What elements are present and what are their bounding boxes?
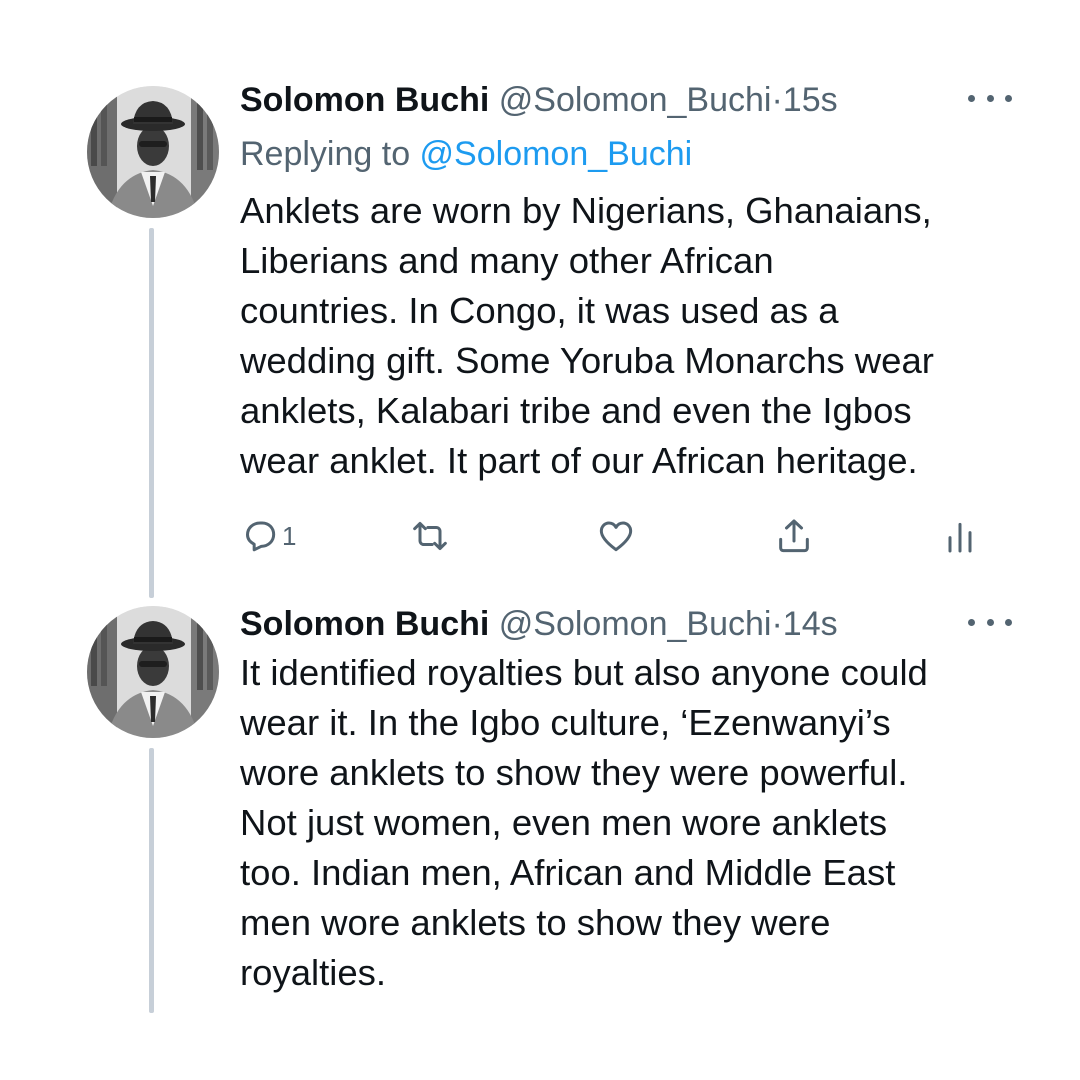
tweet-header: Solomon Buchi @Solomon_Buchi·15s (240, 80, 1040, 120)
replying-to-label: Replying to (240, 135, 420, 173)
analytics-button[interactable] (940, 512, 980, 560)
replying-to: Replying to @Solomon_Buchi (240, 134, 1040, 174)
avatar[interactable] (87, 606, 219, 738)
author-display-name[interactable]: Solomon Buchi (240, 605, 489, 643)
replying-to-handle-link[interactable]: @Solomon_Buchi (420, 135, 693, 173)
more-options-icon[interactable] (968, 606, 1012, 638)
thread-connector-line (149, 748, 154, 1013)
retweet-button[interactable] (410, 512, 452, 560)
reply-icon (246, 521, 276, 552)
tweet-content: Solomon Buchi @Solomon_Buchi·15s Replyin… (240, 80, 1040, 486)
tweet-text: It identified royalties but also anyone … (240, 652, 928, 993)
tweet-text: Anklets are worn by Nigerians, Ghanaians… (240, 190, 934, 481)
separator-dot: · (771, 605, 783, 643)
analytics-icon (948, 522, 972, 553)
reply-button[interactable]: 1 (240, 512, 296, 560)
tweet-timestamp[interactable]: 14s (783, 605, 838, 643)
more-options-icon[interactable] (968, 82, 1012, 114)
like-button[interactable] (596, 512, 638, 560)
tweet[interactable]: Solomon Buchi @Solomon_Buchi·15s Replyin… (0, 80, 1080, 600)
share-button[interactable] (774, 512, 814, 560)
author-display-name[interactable]: Solomon Buchi (240, 81, 489, 119)
tweet-actions: 1 (240, 512, 980, 560)
heart-icon (599, 521, 633, 552)
profile-photo-icon (87, 606, 219, 738)
reply-count: 1 (282, 520, 297, 551)
thread-connector-line (149, 228, 154, 598)
tweet-content: Solomon Buchi @Solomon_Buchi·14s It iden… (240, 604, 1040, 998)
tweet[interactable]: Solomon Buchi @Solomon_Buchi·14s It iden… (0, 600, 1080, 1080)
tweet-header: Solomon Buchi @Solomon_Buchi·14s (240, 604, 1040, 644)
retweet-icon (413, 522, 447, 550)
author-handle[interactable]: @Solomon_Buchi (499, 605, 772, 643)
separator-dot: · (771, 81, 783, 119)
profile-photo-icon (87, 86, 219, 218)
share-icon (779, 519, 809, 553)
avatar[interactable] (87, 86, 219, 218)
author-handle[interactable]: @Solomon_Buchi (499, 81, 772, 119)
tweet-timestamp[interactable]: 15s (783, 81, 838, 119)
